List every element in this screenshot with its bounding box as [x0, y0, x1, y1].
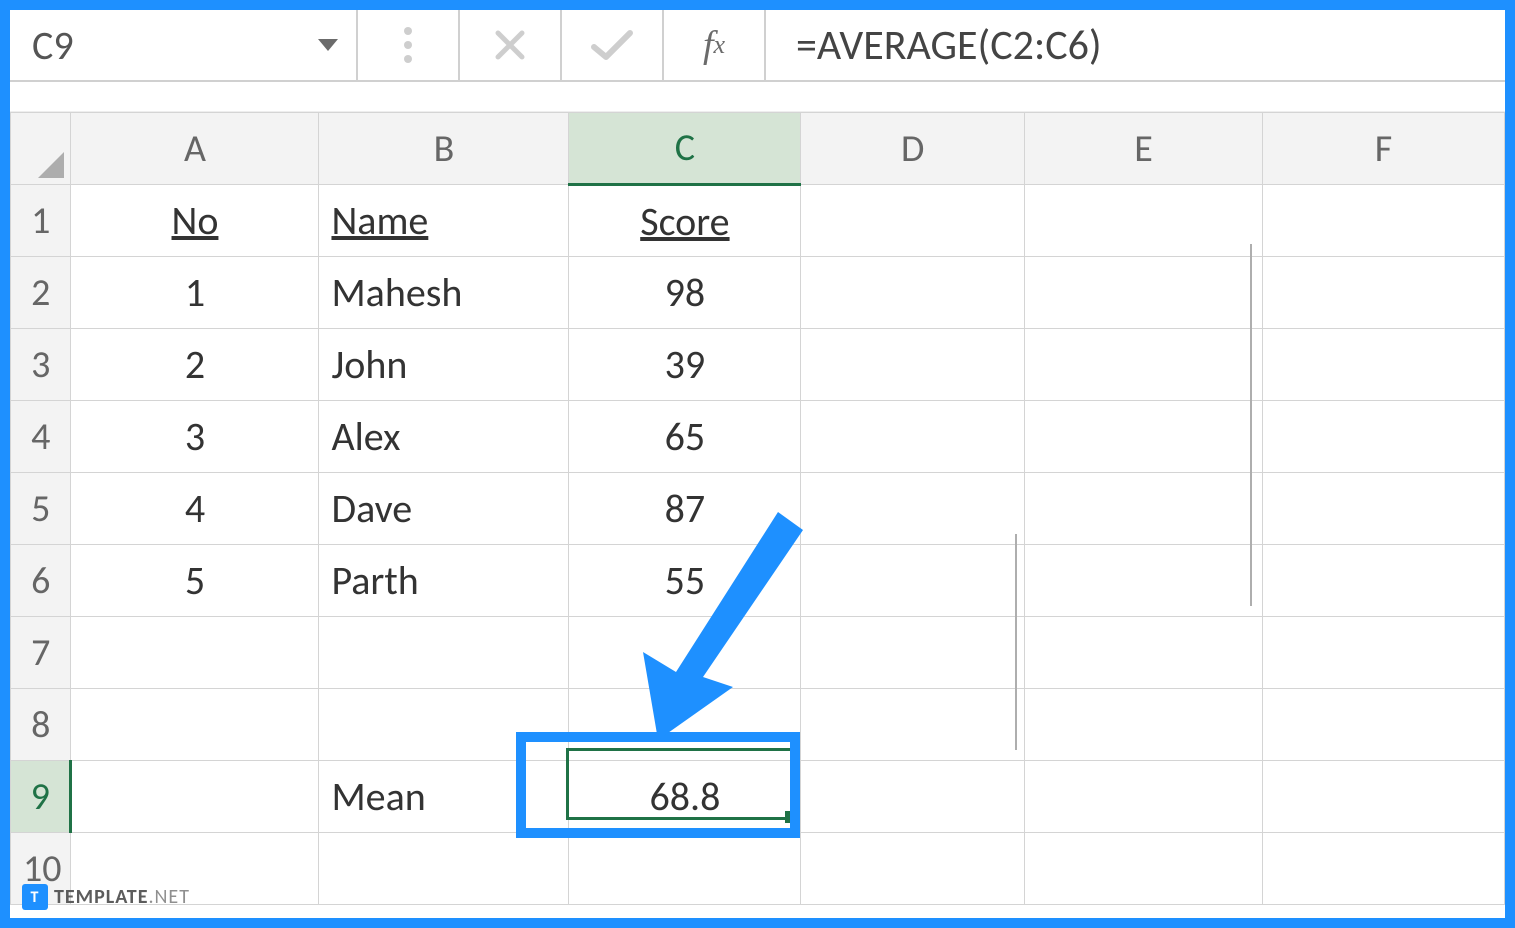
cell-D2[interactable] [801, 257, 1025, 329]
cell-C9[interactable]: 68.8 [569, 761, 801, 833]
col-header-C[interactable]: C [569, 113, 801, 185]
cell-F2[interactable] [1263, 257, 1505, 329]
cell-E4[interactable] [1025, 401, 1263, 473]
cell-A1[interactable]: No [71, 185, 319, 257]
cell-B5[interactable]: Dave [319, 473, 569, 545]
row-header-1[interactable]: 1 [11, 185, 71, 257]
col-header-D[interactable]: D [801, 113, 1025, 185]
watermark-rest: .NET [148, 885, 189, 909]
cell-A6[interactable]: 5 [71, 545, 319, 617]
watermark-strong: TEMPLATE [54, 885, 148, 909]
cell-C2[interactable]: 98 [569, 257, 801, 329]
select-all-corner[interactable] [11, 113, 71, 185]
name-box[interactable]: C9 [10, 10, 358, 80]
cell-E10[interactable] [1025, 833, 1263, 905]
cell-D6[interactable] [801, 545, 1025, 617]
confirm-button[interactable] [562, 10, 664, 80]
cell-D1[interactable] [801, 185, 1025, 257]
cell-E5[interactable] [1025, 473, 1263, 545]
cell-E2[interactable] [1025, 257, 1263, 329]
row-header-5[interactable]: 5 [11, 473, 71, 545]
row-header-8[interactable]: 8 [11, 689, 71, 761]
cell-C7[interactable] [569, 617, 801, 689]
cell-E1[interactable] [1025, 185, 1263, 257]
col-header-E[interactable]: E [1025, 113, 1263, 185]
cell-B8[interactable] [319, 689, 569, 761]
cell-E6[interactable] [1025, 545, 1263, 617]
row-header-4[interactable]: 4 [11, 401, 71, 473]
cell-B2[interactable]: Mahesh [319, 257, 569, 329]
cell-F10[interactable] [1263, 833, 1505, 905]
row-header-7[interactable]: 7 [11, 617, 71, 689]
cell-E7[interactable] [1025, 617, 1263, 689]
row-header-3[interactable]: 3 [11, 329, 71, 401]
formula-text: =AVERAGE(C2:C6) [796, 20, 1102, 71]
row-header-6[interactable]: 6 [11, 545, 71, 617]
spreadsheet-grid[interactable]: A B C D E F 1 No Name Score 2 1 Mahesh 9… [10, 112, 1505, 905]
cell-D5[interactable] [801, 473, 1025, 545]
cell-E9[interactable] [1025, 761, 1263, 833]
cell-B10[interactable] [319, 833, 569, 905]
formula-input[interactable]: =AVERAGE(C2:C6) [766, 10, 1505, 80]
cell-C8[interactable] [569, 689, 801, 761]
cell-F3[interactable] [1263, 329, 1505, 401]
cell-C4[interactable]: 65 [569, 401, 801, 473]
more-options-button[interactable] [358, 10, 460, 80]
cell-F8[interactable] [1263, 689, 1505, 761]
col-header-B[interactable]: B [319, 113, 569, 185]
chevron-down-icon[interactable] [318, 39, 338, 51]
cell-C10[interactable] [569, 833, 801, 905]
cell-F7[interactable] [1263, 617, 1505, 689]
cell-E8[interactable] [1025, 689, 1263, 761]
cell-B7[interactable] [319, 617, 569, 689]
cell-A8[interactable] [71, 689, 319, 761]
col-header-A[interactable]: A [71, 113, 319, 185]
cell-D9[interactable] [801, 761, 1025, 833]
fx-icon[interactable]: fx [664, 10, 766, 80]
cancel-button[interactable] [460, 10, 562, 80]
cell-F4[interactable] [1263, 401, 1505, 473]
cell-C6[interactable]: 55 [569, 545, 801, 617]
row-header-2[interactable]: 2 [11, 257, 71, 329]
cell-C3[interactable]: 39 [569, 329, 801, 401]
cell-B9[interactable]: Mean [319, 761, 569, 833]
cell-A7[interactable] [71, 617, 319, 689]
cell-D7[interactable] [801, 617, 1025, 689]
cell-F6[interactable] [1263, 545, 1505, 617]
cell-B3[interactable]: John [319, 329, 569, 401]
cell-C1[interactable]: Score [569, 185, 801, 257]
cell-F9[interactable] [1263, 761, 1505, 833]
cell-F5[interactable] [1263, 473, 1505, 545]
cell-A9[interactable] [71, 761, 319, 833]
cell-D4[interactable] [801, 401, 1025, 473]
cell-B6[interactable]: Parth [319, 545, 569, 617]
cell-A4[interactable]: 3 [71, 401, 319, 473]
row-header-9[interactable]: 9 [11, 761, 71, 833]
cell-D3[interactable] [801, 329, 1025, 401]
cell-C5[interactable]: 87 [569, 473, 801, 545]
cell-D8[interactable] [801, 689, 1025, 761]
cell-E3[interactable] [1025, 329, 1263, 401]
cell-A3[interactable]: 2 [71, 329, 319, 401]
col-header-F[interactable]: F [1263, 113, 1505, 185]
formula-bar: C9 fx =AVERAGE(C2:C6) [10, 10, 1505, 82]
cell-D10[interactable] [801, 833, 1025, 905]
watermark-badge-icon: T [22, 884, 48, 910]
cell-A2[interactable]: 1 [71, 257, 319, 329]
cell-B4[interactable]: Alex [319, 401, 569, 473]
cell-A5[interactable]: 4 [71, 473, 319, 545]
watermark: T TEMPLATE.NET [22, 884, 190, 910]
cell-B1[interactable]: Name [319, 185, 569, 257]
cell-F1[interactable] [1263, 185, 1505, 257]
cell-reference: C9 [32, 21, 74, 70]
